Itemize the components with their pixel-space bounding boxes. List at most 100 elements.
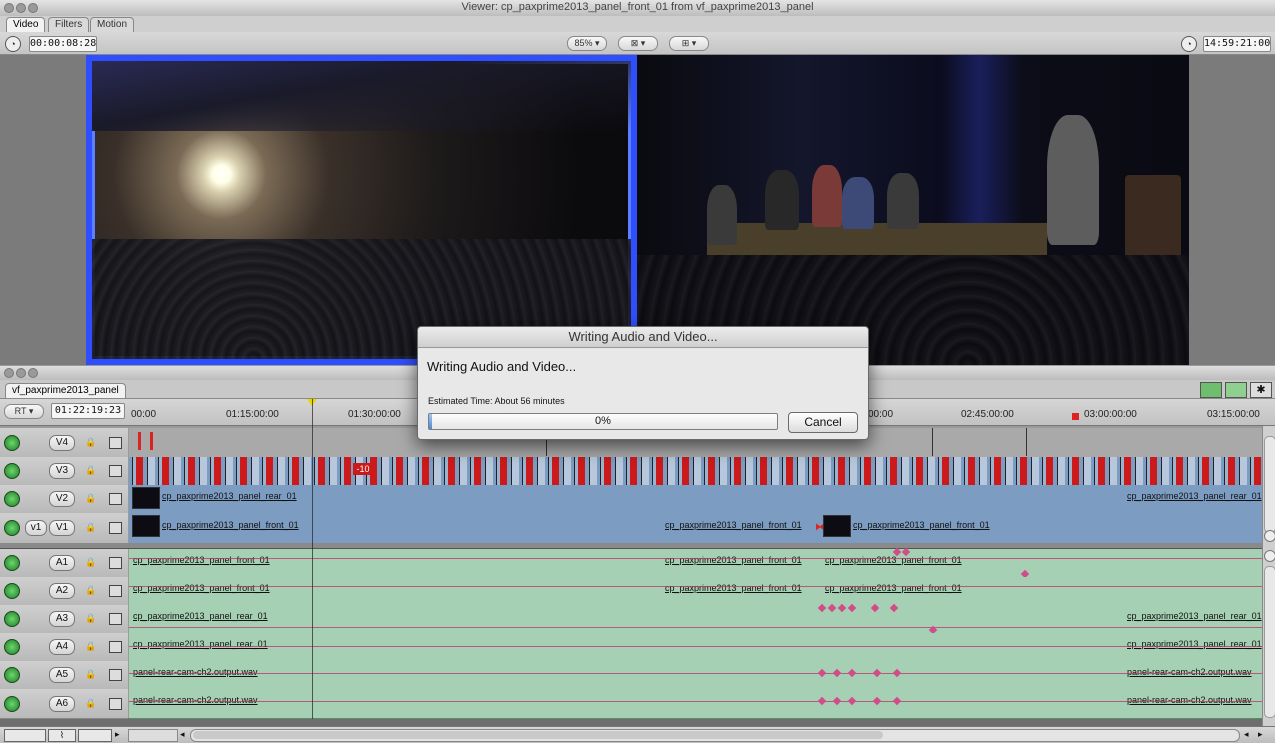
track-name[interactable]: V1 (49, 520, 75, 536)
track-lane[interactable]: panel-rear-cam-ch2.output.wav panel-rear… (129, 689, 1262, 719)
track-name[interactable]: A1 (49, 555, 75, 571)
track-visibility-icon[interactable] (4, 491, 20, 507)
track-lane[interactable]: cp_paxprime2013_panel_rear_01 cp_paxprim… (129, 633, 1262, 662)
video-frame-right-panel[interactable] (637, 55, 1189, 365)
track-lane[interactable]: cp_paxprime2013_panel_rear_01 cp_paxprim… (129, 603, 1262, 635)
scroll-right-icon[interactable]: ▸ (115, 729, 120, 740)
lock-icon[interactable]: 🔒 (85, 437, 96, 447)
auto-select-icon[interactable] (109, 465, 122, 477)
track-visibility-icon[interactable] (4, 520, 20, 536)
keyframe[interactable] (817, 668, 827, 678)
auto-select-icon[interactable] (109, 493, 122, 505)
track-lane[interactable]: panel-rear-cam-ch2.output.wav panel-rear… (129, 661, 1262, 690)
clip-label[interactable]: cp_paxprime2013_panel_front_01 (825, 583, 962, 593)
track-name[interactable]: A3 (49, 611, 75, 627)
auto-select-icon[interactable] (109, 436, 122, 449)
zoom-window-icon[interactable] (28, 3, 38, 13)
sequence-timecode[interactable]: 01:22:19:23 (51, 403, 125, 419)
clip-label[interactable]: cp_paxprime2013_panel_front_01 (665, 555, 802, 565)
clip-label[interactable]: cp_paxprime2013_panel_front_01 (665, 520, 802, 530)
keyframe[interactable] (847, 668, 857, 678)
lock-icon[interactable]: 🔒 (85, 493, 96, 503)
minimize-window-icon[interactable] (16, 368, 26, 378)
speaker-icon[interactable] (4, 639, 20, 655)
clip-label[interactable]: cp_paxprime2013_panel_front_01 (133, 583, 270, 593)
rt-popup[interactable]: RT ▾ (4, 404, 44, 419)
clip-label[interactable]: cp_paxprime2013_panel_rear_01 (1127, 491, 1262, 501)
lock-icon[interactable]: 🔒 (85, 522, 96, 532)
minimize-window-icon[interactable] (16, 3, 26, 13)
clip-label[interactable]: panel-rear-cam-ch2.output.wav (133, 667, 258, 677)
keyframe[interactable] (889, 603, 899, 613)
lock-icon[interactable]: 🔒 (85, 465, 96, 475)
track-name[interactable]: V2 (49, 491, 75, 507)
keyframe[interactable] (872, 696, 882, 706)
speaker-icon[interactable] (4, 667, 20, 683)
keyframe[interactable] (847, 696, 857, 706)
track-visibility-icon[interactable] (4, 434, 20, 451)
track-name[interactable]: A4 (49, 639, 75, 655)
clip-label[interactable]: cp_paxprime2013_panel_rear_01 (162, 491, 297, 501)
scroll-right-icon[interactable]: ▸ (1258, 729, 1263, 740)
tab-sequence[interactable]: vf_paxprime2013_panel (5, 383, 126, 398)
horizontal-scrollbar[interactable] (190, 729, 1240, 742)
keyframe[interactable] (892, 696, 902, 706)
zoom-slider[interactable] (128, 729, 178, 742)
clip-label[interactable]: cp_paxprime2013_panel_rear_01 (133, 639, 268, 649)
keyframe[interactable] (817, 603, 827, 613)
scroll-thumb[interactable] (193, 731, 883, 739)
keyframe[interactable] (832, 696, 842, 706)
track-lane[interactable]: cp_paxprime2013_panel_front_01 cp_paxpri… (129, 513, 1262, 544)
snapping-icon[interactable] (1200, 382, 1222, 398)
zoom-window-icon[interactable] (28, 368, 38, 378)
lock-icon[interactable]: 🔒 (85, 585, 96, 595)
track-name[interactable]: V4 (49, 434, 75, 451)
lock-icon[interactable]: 🔒 (85, 641, 96, 651)
keyframe[interactable] (870, 603, 880, 613)
keyframe[interactable] (832, 668, 842, 678)
speaker-icon[interactable] (4, 555, 20, 571)
track-size-icon[interactable] (78, 729, 112, 742)
clip-label[interactable]: panel-rear-cam-ch2.output.wav (1127, 667, 1252, 677)
scroll-thumb[interactable] (1264, 436, 1275, 533)
tab-motion[interactable]: Motion (90, 17, 135, 32)
clip-label[interactable]: panel-rear-cam-ch2.output.wav (133, 695, 258, 705)
close-window-icon[interactable] (4, 368, 14, 378)
auto-select-icon[interactable] (109, 697, 122, 710)
lock-icon[interactable]: 🔒 (85, 557, 96, 567)
scroll-divider-icon[interactable] (1264, 550, 1275, 562)
scroll-divider-icon[interactable] (1264, 530, 1275, 542)
auto-select-icon[interactable] (109, 522, 122, 534)
clip-label[interactable]: panel-rear-cam-ch2.output.wav (1127, 695, 1252, 705)
keyframe[interactable] (837, 603, 847, 613)
clip-label[interactable]: cp_paxprime2013_panel_front_01 (665, 583, 802, 593)
keyframe[interactable] (817, 696, 827, 706)
linking-icon[interactable] (1225, 382, 1247, 398)
auto-select-icon[interactable] (109, 557, 122, 569)
scroll-thumb[interactable] (1264, 566, 1275, 718)
clip-label[interactable]: cp_paxprime2013_panel_front_01 (825, 555, 962, 565)
tab-video[interactable]: Video (6, 17, 46, 32)
settings-icon[interactable]: ✱ (1250, 382, 1272, 398)
clip-label[interactable]: cp_paxprime2013_panel_front_01 (162, 520, 299, 530)
clip-label[interactable]: cp_paxprime2013_panel_rear_01 (1127, 639, 1262, 649)
track-name[interactable]: A6 (49, 695, 75, 712)
track-lane[interactable]: cp_paxprime2013_panel_front_01 cp_paxpri… (129, 547, 1262, 579)
auto-select-icon[interactable] (109, 669, 122, 681)
scroll-left-icon[interactable]: ◂ (1244, 729, 1249, 740)
ruler-marker[interactable] (1072, 413, 1079, 420)
track-lane[interactable]: cp_paxprime2013_panel_rear_01 cp_paxprim… (129, 485, 1262, 514)
auto-select-icon[interactable] (109, 585, 122, 597)
source-patch[interactable]: v1 (25, 520, 47, 536)
close-window-icon[interactable] (4, 3, 14, 13)
speaker-icon[interactable] (4, 611, 20, 627)
keyframe[interactable] (872, 668, 882, 678)
lock-icon[interactable]: 🔒 (85, 613, 96, 623)
video-frame-left-audience[interactable] (86, 55, 637, 365)
speaker-icon[interactable] (4, 583, 20, 599)
current-timecode[interactable]: 14:59:21:00 (1203, 36, 1271, 52)
track-name[interactable]: V3 (49, 463, 75, 479)
track-height-icon[interactable] (4, 729, 46, 742)
track-visibility-icon[interactable] (4, 463, 20, 479)
scroll-left-icon[interactable]: ◂ (180, 729, 185, 740)
